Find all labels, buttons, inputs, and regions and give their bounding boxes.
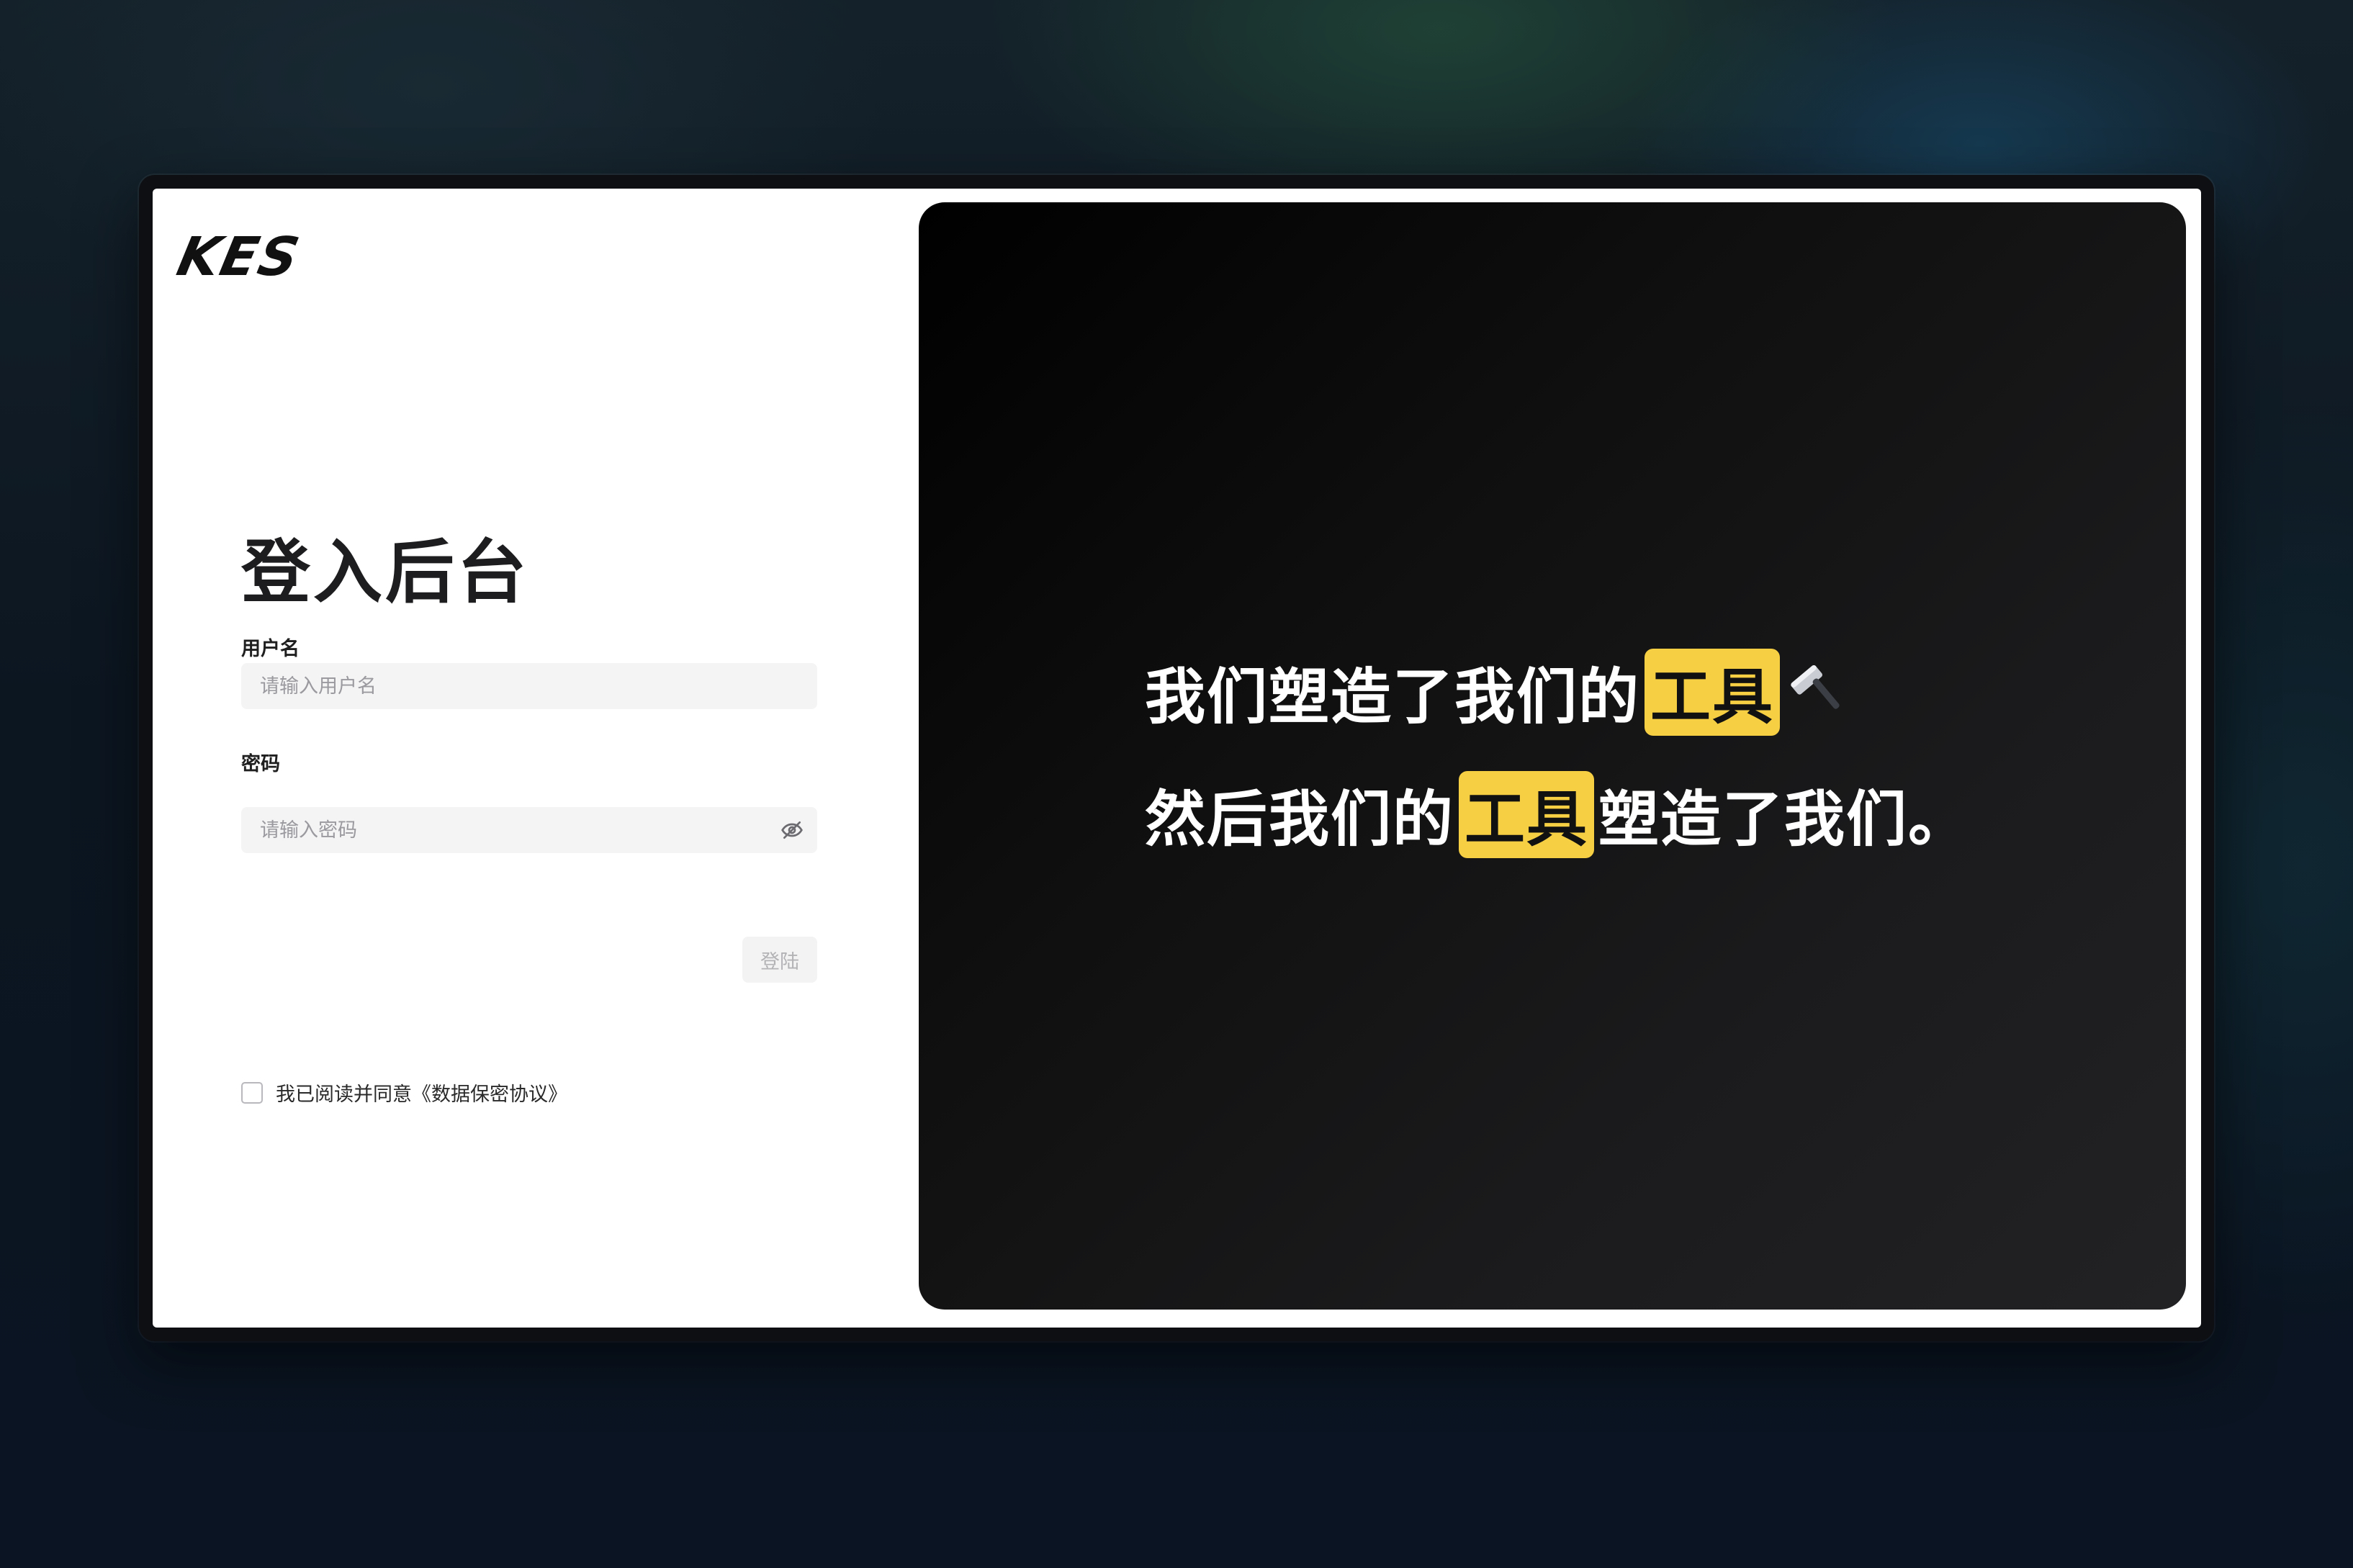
brand-logo: KES xyxy=(171,226,306,288)
agreement-checkbox[interactable] xyxy=(241,1081,263,1104)
agreement-text[interactable]: 我已阅读并同意《数据保密协议》 xyxy=(276,1078,567,1107)
hero-line-1-prefix: 我们塑造了我们的 xyxy=(1145,662,1641,732)
page-title: 登入后台 xyxy=(241,532,529,613)
password-label: 密码 xyxy=(241,753,280,775)
hero-panel: 我们塑造了我们的 工具 然后我们的 工具 塑造了我们。 xyxy=(919,202,2186,1310)
login-button[interactable]: 登陆 xyxy=(742,937,817,983)
agreement-row: 我已阅读并同意《数据保密协议》 xyxy=(241,1078,567,1107)
password-input[interactable] xyxy=(241,807,817,853)
hero-line-2-highlight: 工具 xyxy=(1459,771,1595,858)
hammer-icon xyxy=(1790,654,1853,731)
hero-line-2: 然后我们的 工具 塑造了我们。 xyxy=(1145,771,1970,858)
hero-line-1-highlight: 工具 xyxy=(1645,649,1781,736)
hero-line-1: 我们塑造了我们的 工具 xyxy=(1145,649,1853,736)
password-visibility-toggle[interactable] xyxy=(779,817,805,843)
username-label: 用户名 xyxy=(241,638,300,660)
app-window: KES 登入后台 用户名 密码 我已阅读并同意《数据保密协议》 登陆 我们塑造了… xyxy=(153,189,2201,1328)
hero-line-2-prefix: 然后我们的 xyxy=(1145,784,1455,855)
username-input[interactable] xyxy=(241,663,817,709)
hero-line-2-suffix: 塑造了我们。 xyxy=(1598,784,1971,855)
eye-off-icon xyxy=(781,821,803,839)
